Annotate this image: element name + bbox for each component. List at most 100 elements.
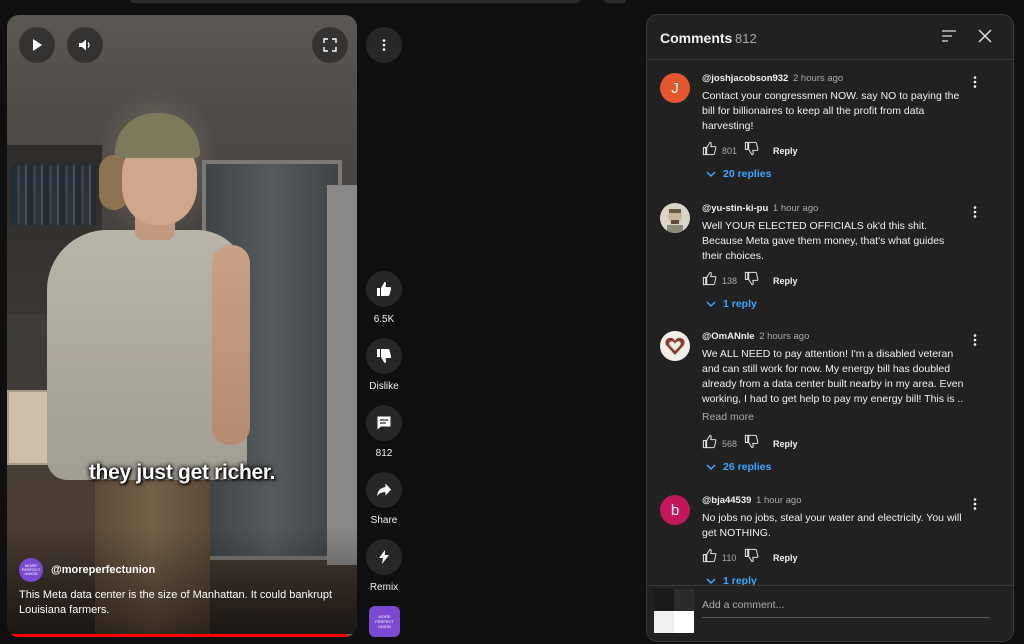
channel-avatar[interactable]: MORE PERFECT UNION — [19, 558, 43, 582]
comment-actions: 568 Reply — [702, 434, 798, 454]
share-action[interactable]: Share — [362, 472, 406, 526]
comment-dislike-button[interactable] — [744, 434, 759, 454]
comment-like-count: 110 — [722, 553, 737, 563]
comment-text: No jobs no jobs, steal your water and el… — [702, 512, 962, 539]
short-video-player[interactable]: they just get richer. MORE PERFECT UNION… — [7, 15, 357, 637]
comment-like-count: 568 — [722, 439, 738, 449]
like-button[interactable] — [366, 271, 402, 307]
comment-like-button[interactable] — [702, 141, 717, 161]
thumb-up-icon — [702, 271, 717, 286]
remix-label: Remix — [369, 582, 399, 593]
comment-avatar[interactable]: J — [660, 73, 690, 103]
replies-count[interactable]: 20 replies — [723, 168, 771, 180]
comment-menu-button[interactable] — [969, 333, 981, 352]
share-button[interactable] — [366, 472, 402, 508]
comment-like-count: 801 — [722, 146, 738, 156]
comment-menu-button[interactable] — [969, 497, 981, 516]
comment-actions: 801 Reply — [702, 141, 798, 161]
share-label: Share — [370, 515, 398, 526]
comment-text: Well YOUR ELECTED OFFICIALS ok'd this sh… — [702, 220, 945, 262]
comment-icon — [377, 416, 391, 430]
read-more-link[interactable]: Read more — [702, 411, 754, 423]
comment-reply-button[interactable]: Reply — [773, 146, 798, 156]
volume-button[interactable] — [67, 27, 103, 63]
video-scene-person-hat — [115, 113, 200, 158]
dislike-label: Dislike — [369, 381, 399, 392]
play-button[interactable] — [19, 27, 55, 63]
comment-reply-button[interactable]: Reply — [773, 553, 798, 563]
comment-author[interactable]: @joshjacobson932 — [702, 73, 788, 84]
thumb-down-icon — [744, 434, 759, 449]
comment-dislike-button[interactable] — [744, 548, 759, 568]
comment-author[interactable]: @bja44539 — [702, 495, 751, 506]
dislike-action[interactable]: Dislike — [362, 338, 406, 392]
comments-header: Comments 812 — [647, 15, 1013, 60]
dislike-button[interactable] — [366, 338, 402, 374]
thumb-up-icon — [702, 141, 717, 156]
comments-title: Comments — [660, 30, 733, 46]
comment-time[interactable]: 1 hour ago — [756, 495, 801, 506]
comment-header: @bja44539 1 hour ago — [702, 495, 802, 506]
video-scene-fridge-edge — [327, 185, 357, 565]
comment-menu-button[interactable] — [969, 75, 981, 94]
video-description[interactable]: This Meta data center is the size of Man… — [19, 588, 339, 618]
comment-dislike-button[interactable] — [744, 141, 759, 161]
sort-button[interactable] — [941, 28, 957, 49]
comment-like-button[interactable] — [702, 548, 717, 568]
remix-button[interactable] — [366, 539, 402, 575]
like-action[interactable]: 6.5K — [362, 271, 406, 325]
top-button-edge — [604, 0, 626, 3]
video-progress-bar[interactable] — [7, 634, 357, 637]
remix-action[interactable]: Remix — [362, 539, 406, 593]
comment-reply-button[interactable]: Reply — [773, 439, 798, 449]
channel-info[interactable]: MORE PERFECT UNION @moreperfectunion — [19, 558, 155, 582]
thumb-down-icon — [744, 141, 759, 156]
thumb-down-icon — [377, 349, 392, 363]
fullscreen-button[interactable] — [312, 27, 348, 63]
video-bottom-gradient — [7, 527, 357, 637]
video-scene-bottles — [11, 165, 96, 225]
comment-like-button[interactable] — [702, 434, 717, 454]
view-replies-button[interactable]: 20 replies — [705, 168, 771, 180]
comment-like-button[interactable] — [702, 271, 717, 291]
close-comments-button[interactable] — [977, 28, 993, 49]
comment-avatar[interactable]: b — [660, 495, 690, 525]
more-vert-icon — [973, 206, 977, 218]
comments-button[interactable] — [366, 405, 402, 441]
replies-count[interactable]: 26 replies — [723, 461, 771, 473]
sort-icon — [942, 30, 956, 42]
add-comment-bar: Add a comment... — [647, 585, 1013, 641]
video-caption: they just get richer. — [88, 461, 276, 484]
fullscreen-icon — [323, 38, 337, 52]
more-options-button[interactable] — [366, 27, 402, 63]
view-replies-button[interactable]: 26 replies — [705, 461, 771, 473]
add-comment-input[interactable]: Add a comment... — [702, 598, 990, 618]
chevron-down-icon — [706, 464, 716, 471]
more-vert-icon — [973, 498, 977, 510]
replies-count[interactable]: 1 reply — [723, 298, 757, 310]
comment-time[interactable]: 1 hour ago — [773, 203, 818, 214]
comment-menu-button[interactable] — [969, 205, 981, 224]
chevron-down-icon — [706, 171, 716, 178]
comment-dislike-button[interactable] — [744, 271, 759, 291]
video-progress-fill — [7, 634, 347, 637]
thumb-up-icon — [702, 434, 717, 449]
channel-name[interactable]: @moreperfectunion — [51, 564, 155, 576]
thumb-down-icon — [744, 548, 759, 563]
comment-actions: 110 Reply — [702, 548, 798, 568]
like-count: 6.5K — [373, 314, 395, 325]
comment-author[interactable]: @OmANnle — [702, 331, 755, 342]
comments-action[interactable]: 812 — [362, 405, 406, 459]
more-vert-icon — [382, 39, 386, 51]
comment-avatar[interactable] — [660, 331, 690, 361]
comment-time[interactable]: 2 hours ago — [759, 331, 809, 342]
view-replies-button[interactable]: 1 reply — [705, 298, 757, 310]
comment-reply-button[interactable]: Reply — [773, 276, 798, 286]
comment-author[interactable]: @yu-stin-ki-pu — [702, 203, 768, 214]
more-vert-icon — [973, 334, 977, 346]
comment-avatar[interactable] — [660, 203, 690, 233]
comment-like-count: 138 — [722, 276, 738, 286]
remix-sound-thumbnail[interactable]: MORE PERFECT UNION — [369, 606, 400, 637]
comment-time[interactable]: 2 hours ago — [793, 73, 843, 84]
more-vert-icon — [973, 76, 977, 88]
